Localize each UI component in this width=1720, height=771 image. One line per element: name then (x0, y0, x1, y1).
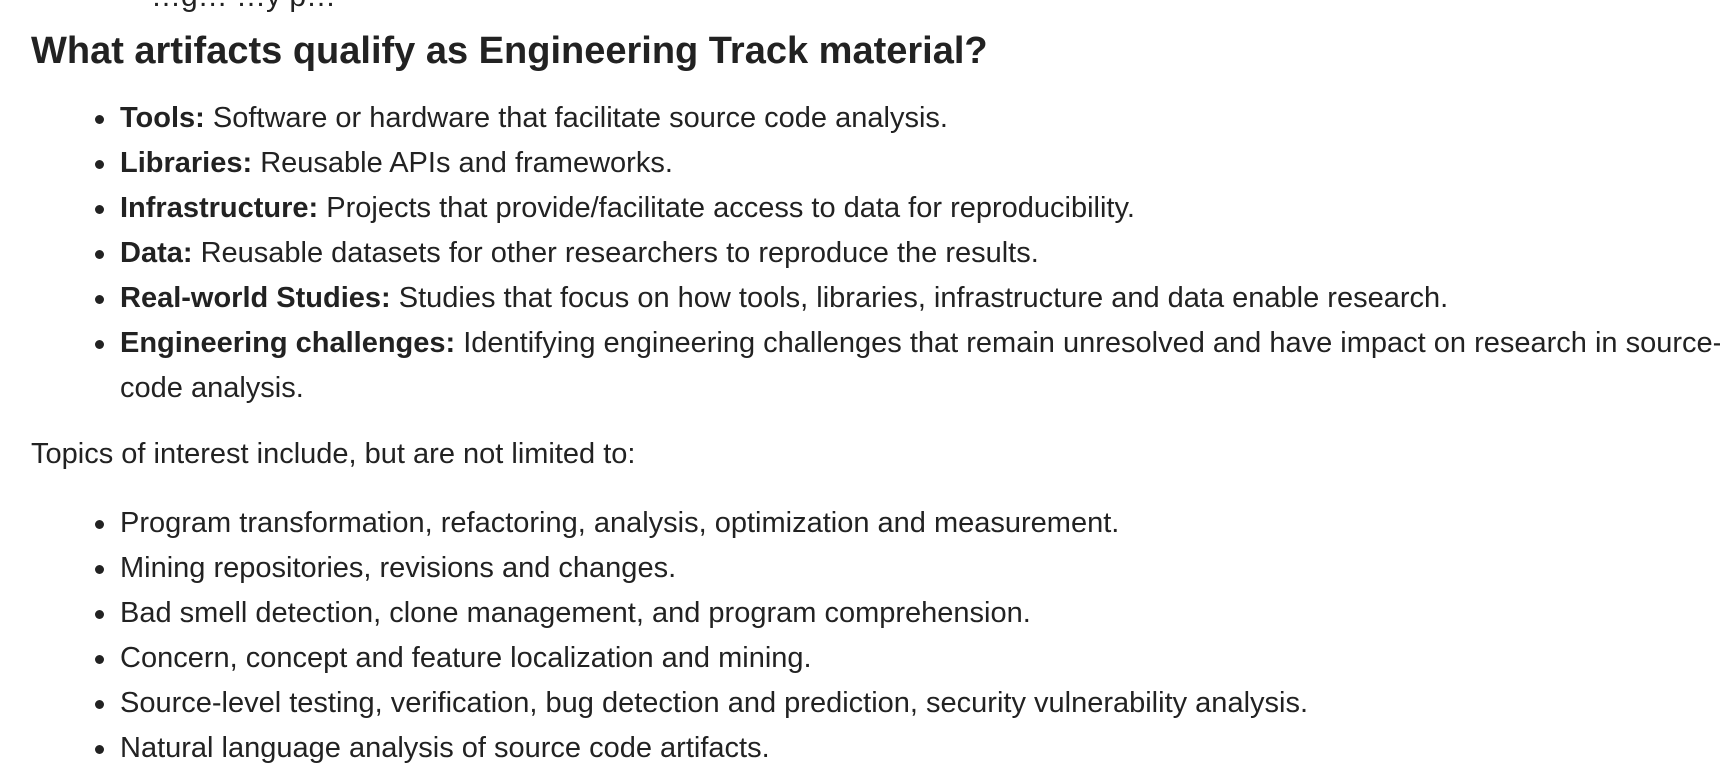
bullet-icon (95, 250, 104, 259)
list-item: Data: Reusable datasets for other resear… (31, 231, 1691, 276)
bullet-icon (95, 295, 104, 304)
list-item: Program transformation, refactoring, ana… (31, 501, 1691, 546)
list-item: Libraries: Reusable APIs and frameworks. (31, 141, 1691, 186)
item-text: Reusable datasets for other researchers … (192, 237, 1039, 269)
item-text: Projects that provide/facilitate access … (318, 192, 1135, 224)
topics-intro: Topics of interest include, but are not … (31, 438, 636, 470)
bullet-icon (95, 655, 104, 664)
list-item: Engineering challenges: Identifying engi… (31, 321, 1720, 411)
list-item: Mining repositories, revisions and chang… (31, 546, 1691, 591)
item-label: Tools: (120, 102, 205, 134)
artifact-list: Tools: Software or hardware that facilit… (31, 96, 1720, 411)
bullet-icon (95, 565, 104, 574)
list-item: Concern, concept and feature localizatio… (31, 636, 1691, 681)
item-text: Software or hardware that facilitate sou… (204, 102, 948, 134)
item-label: Real-world Studies: (120, 282, 391, 314)
list-item: Infrastructure: Projects that provide/fa… (31, 186, 1691, 231)
bullet-icon (95, 160, 104, 169)
item-text: Studies that focus on how tools, librari… (390, 282, 1449, 314)
list-item: Bad smell detection, clone management, a… (31, 591, 1691, 636)
item-label: Infrastructure: (120, 192, 319, 224)
item-label: Engineering challenges: (120, 327, 456, 359)
bullet-icon (95, 610, 104, 619)
item-text: Mining repositories, revisions and chang… (120, 552, 677, 584)
list-item: Tools: Software or hardware that facilit… (31, 96, 1691, 141)
item-text: Program transformation, refactoring, ana… (120, 507, 1120, 539)
section-heading: What artifacts qualify as Engineering Tr… (31, 30, 988, 72)
item-text: Bad smell detection, clone management, a… (120, 597, 1031, 629)
topics-list: Program transformation, refactoring, ana… (31, 501, 1691, 771)
bullet-icon (95, 340, 104, 349)
bullet-icon (95, 115, 104, 124)
item-text: Reusable APIs and frameworks. (252, 147, 673, 179)
clipped-text-line: …g… …y p… (151, 0, 336, 12)
item-text: Natural language analysis of source code… (120, 732, 770, 764)
item-label: Data: (120, 237, 193, 269)
bullet-icon (95, 700, 104, 709)
item-text: Source-level testing, verification, bug … (120, 687, 1309, 719)
bullet-icon (95, 745, 104, 754)
list-item: Natural language analysis of source code… (31, 726, 1691, 771)
list-item: Real-world Studies: Studies that focus o… (31, 276, 1691, 321)
item-text: Concern, concept and feature localizatio… (120, 642, 812, 674)
item-label: Libraries: (120, 147, 253, 179)
bullet-icon (95, 520, 104, 529)
list-item: Source-level testing, verification, bug … (31, 681, 1691, 726)
bullet-icon (95, 205, 104, 214)
